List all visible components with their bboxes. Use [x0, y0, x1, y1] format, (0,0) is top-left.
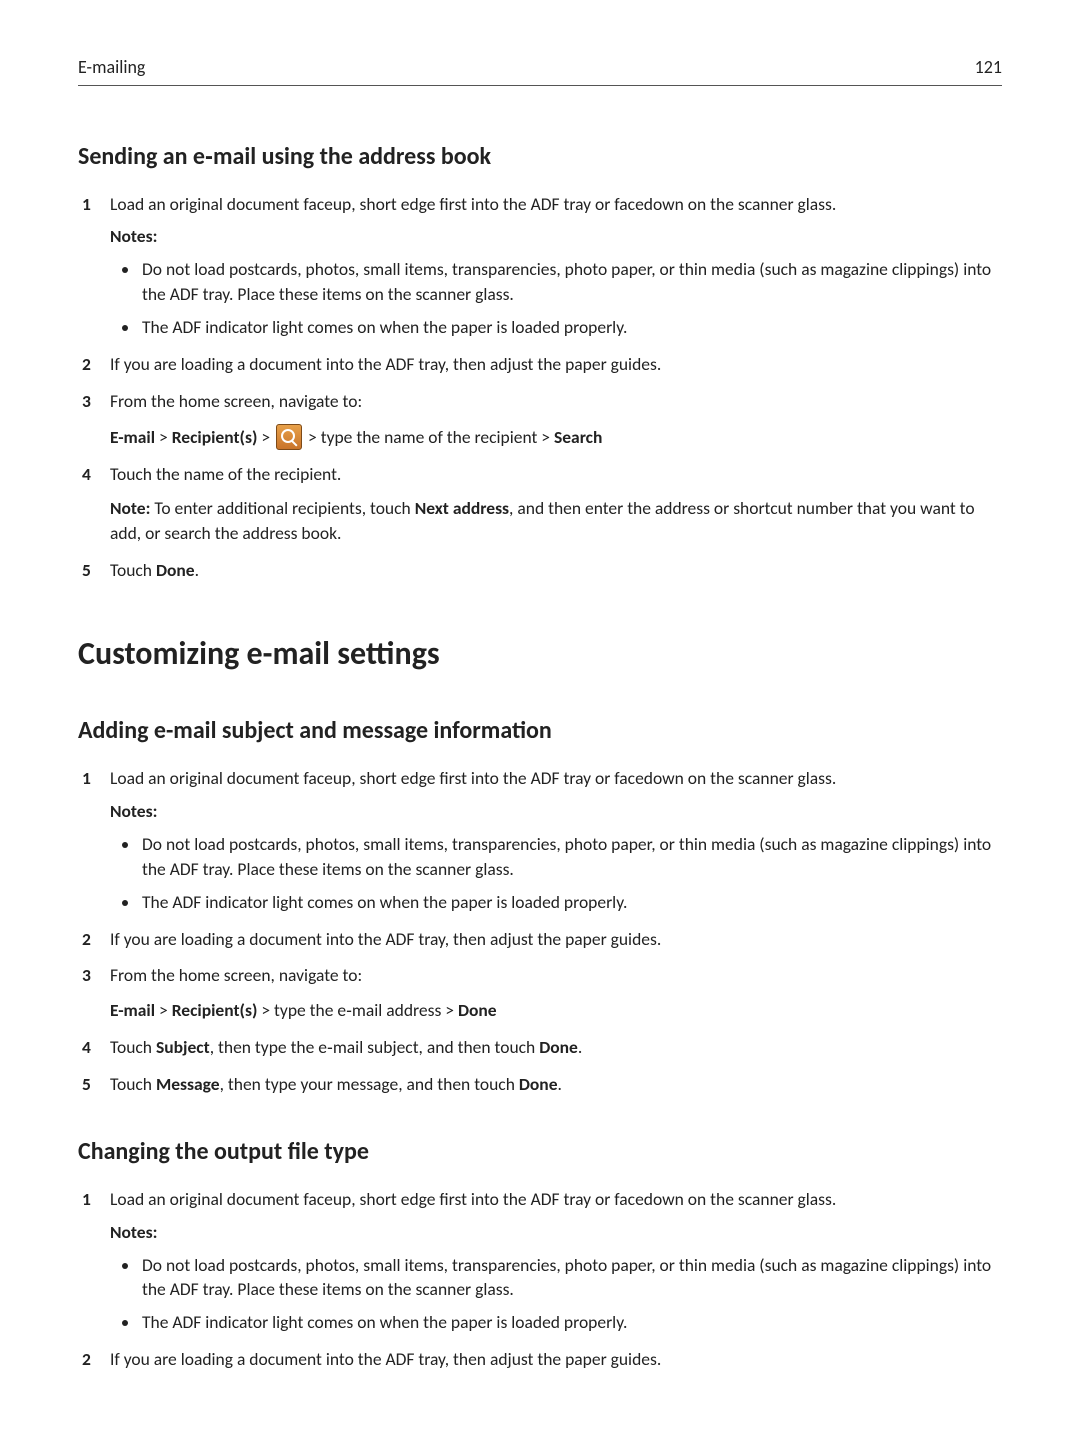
step: From the home screen, navigate to: E-mai… — [78, 963, 1002, 1023]
step: If you are loading a document into the A… — [78, 1347, 1002, 1372]
done-label: Done — [519, 1073, 558, 1095]
note-item: Do not load postcards, photos, small ite… — [140, 1253, 1002, 1303]
step-text: Load an original document faceup, short … — [110, 193, 836, 215]
section-title-address-book: Sending an e‑mail using the address book — [78, 140, 1002, 174]
note-item: The ADF indicator light comes on when th… — [140, 890, 1002, 915]
path-done: Done — [458, 999, 497, 1021]
notes-list: Do not load postcards, photos, small ite… — [110, 257, 1002, 340]
message-label: Message — [156, 1073, 220, 1095]
steps-list: Load an original document faceup, short … — [78, 766, 1002, 1096]
step-text: From the home screen, navigate to: — [110, 390, 362, 412]
section-heading-customizing: Customizing e-mail settings — [78, 631, 1002, 676]
step: Touch Message, then type your message, a… — [78, 1072, 1002, 1097]
search-icon — [276, 424, 302, 450]
step: Load an original document faceup, short … — [78, 1187, 1002, 1335]
path-recipients: Recipient(s) — [172, 999, 258, 1021]
path-email: E-mail — [110, 426, 155, 448]
path-mid: > type the e‑mail address > — [257, 999, 458, 1021]
step: Load an original document faceup, short … — [78, 766, 1002, 914]
section-title-output-file-type: Changing the output file type — [78, 1135, 1002, 1169]
step: From the home screen, navigate to: E-mai… — [78, 389, 1002, 450]
notes-label: Notes: — [110, 224, 1002, 249]
notes-label: Notes: — [110, 799, 1002, 824]
note-label: Note: — [110, 497, 150, 519]
path-email: E-mail — [110, 999, 155, 1021]
note-item: Do not load postcards, photos, small ite… — [140, 257, 1002, 307]
next-address: Next address — [415, 497, 509, 519]
done-label: Done — [156, 559, 195, 581]
step: Touch Subject, then type the e‑mail subj… — [78, 1035, 1002, 1060]
note-block: Note: To enter additional recipients, to… — [110, 496, 1002, 546]
step-text: If you are loading a document into the A… — [110, 353, 661, 375]
notes-list: Do not load postcards, photos, small ite… — [110, 832, 1002, 915]
step: Touch the name of the recipient. Note: T… — [78, 462, 1002, 547]
step: If you are loading a document into the A… — [78, 927, 1002, 952]
step-text: If you are loading a document into the A… — [110, 1348, 661, 1370]
step-text: Load an original document faceup, short … — [110, 1188, 836, 1210]
note-item: The ADF indicator light comes on when th… — [140, 315, 1002, 340]
step-text: Touch — [110, 559, 156, 581]
page-header: E-mailing 121 — [78, 55, 1002, 86]
note-item: Do not load postcards, photos, small ite… — [140, 832, 1002, 882]
note-item: The ADF indicator light comes on when th… — [140, 1310, 1002, 1335]
note-text: To enter additional recipients, touch — [150, 497, 414, 519]
steps-list: Load an original document faceup, short … — [78, 192, 1002, 583]
subject-label: Subject — [156, 1036, 210, 1058]
navigation-path: E-mail > Recipient(s) > type the e‑mail … — [110, 998, 1002, 1023]
navigation-path: E-mail > Recipient(s) > > type the name … — [110, 424, 1002, 450]
path-recipients: Recipient(s) — [172, 426, 258, 448]
header-section: E-mailing — [78, 55, 145, 81]
notes-label: Notes: — [110, 1220, 1002, 1245]
steps-list: Load an original document faceup, short … — [78, 1187, 1002, 1372]
done-label: Done — [539, 1036, 578, 1058]
step-text: Load an original document faceup, short … — [110, 767, 836, 789]
step-text: If you are loading a document into the A… — [110, 928, 661, 950]
path-search: Search — [554, 426, 602, 448]
path-mid: > type the name of the recipient > — [308, 426, 554, 448]
step: If you are loading a document into the A… — [78, 352, 1002, 377]
step-text: Touch the name of the recipient. — [110, 463, 341, 485]
step-text: From the home screen, navigate to: — [110, 964, 362, 986]
step: Touch Done. — [78, 558, 1002, 583]
header-page-number: 121 — [975, 55, 1002, 81]
section-title-subject-message: Adding e-mail subject and message inform… — [78, 714, 1002, 748]
step-text: Touch — [110, 1036, 156, 1058]
step: Load an original document faceup, short … — [78, 192, 1002, 340]
step-text: Touch — [110, 1073, 156, 1095]
notes-list: Do not load postcards, photos, small ite… — [110, 1253, 1002, 1336]
